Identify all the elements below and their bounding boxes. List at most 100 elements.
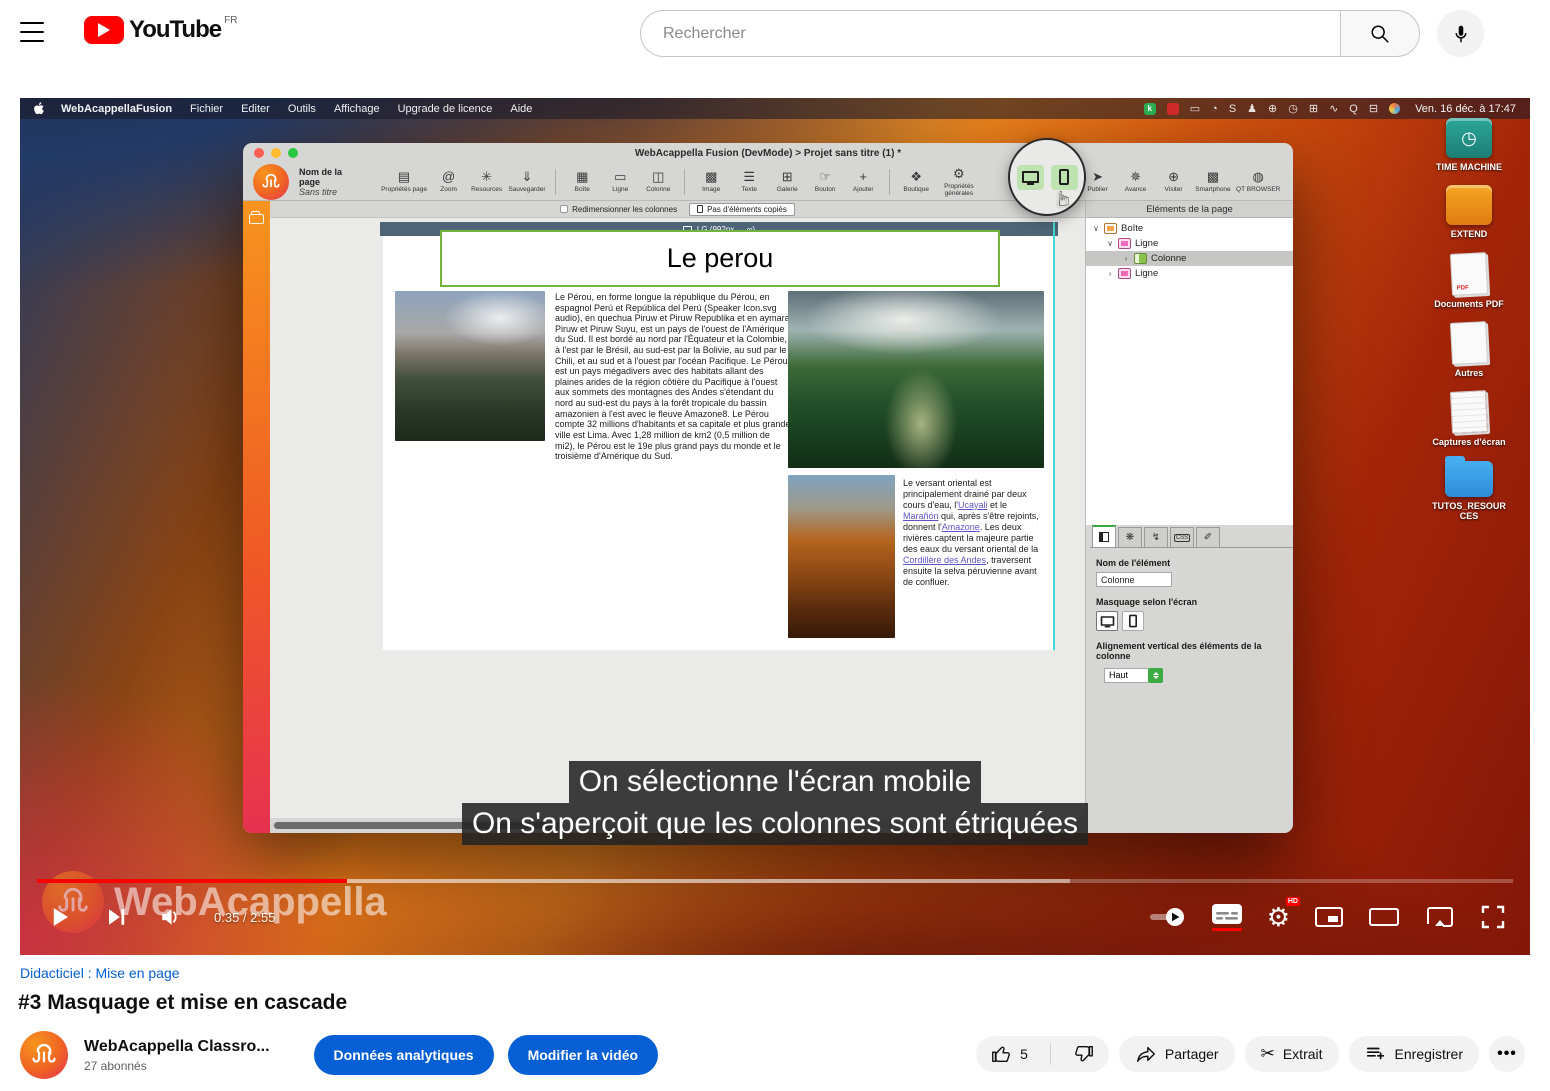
desktop-icon-documents-pdf[interactable]: PDFDocuments PDF <box>1426 253 1512 309</box>
oriental-paragraph[interactable]: Le versant oriental est principalement d… <box>903 478 1039 588</box>
tab-measure[interactable]: ✐ <box>1196 527 1220 547</box>
design-canvas[interactable]: LG (992px → ∞) Le perou Le Pérou, en for… <box>270 218 1085 818</box>
menu-affichage[interactable]: Affichage <box>334 103 380 115</box>
tab-actions[interactable]: ↯ <box>1144 527 1168 547</box>
menubar-clock[interactable]: Ven. 16 déc. à 17:47 <box>1415 103 1516 115</box>
tree-item-ligne-2[interactable]: ›Ligne <box>1086 266 1293 281</box>
tree-item-ligne-1[interactable]: ∨Ligne <box>1086 236 1293 251</box>
search-input[interactable] <box>663 25 1303 43</box>
channel-avatar[interactable] <box>20 1031 68 1079</box>
play-button[interactable] <box>44 901 76 933</box>
like-button[interactable]: 5 <box>976 1036 1042 1072</box>
toolbar-shop-button[interactable]: ❖Boutique <box>900 170 932 193</box>
clip-button[interactable]: ✂ Extrait <box>1245 1036 1339 1072</box>
apple-icon[interactable] <box>34 102 45 115</box>
toolbar-zoom-button[interactable]: @Zoom <box>433 170 465 193</box>
menu-hamburger-button[interactable] <box>20 22 44 42</box>
edit-video-button[interactable]: Modifier la vidéo <box>508 1035 658 1075</box>
mobile-screen-button[interactable] <box>1051 165 1078 190</box>
desktop-screen-button[interactable] <box>1017 165 1044 190</box>
wifi-status-icon[interactable]: ∿ <box>1329 103 1338 115</box>
tab-column-properties[interactable] <box>1092 525 1116 547</box>
voice-search-button[interactable] <box>1437 10 1484 57</box>
window-titlebar[interactable]: WebAcappella Fusion (DevMode) > Projet s… <box>243 143 1293 163</box>
machu-picchu-image[interactable] <box>395 291 545 441</box>
keyboard-status-icon[interactable]: ⊞ <box>1309 103 1318 115</box>
page-title-box[interactable]: Le perou <box>440 230 1000 287</box>
toolbar-page-properties-button[interactable]: ▤Propriétés page <box>381 170 426 193</box>
peru-paragraph[interactable]: Le Pérou, en forme longue la république … <box>555 292 791 462</box>
tree-item-boite[interactable]: ∨Boîte <box>1086 221 1293 236</box>
vertical-align-dropdown[interactable]: Haut <box>1104 668 1163 683</box>
user-avatar-menubar-icon[interactable] <box>1389 103 1400 114</box>
toolbar-button-button[interactable]: ☞Bouton <box>809 170 841 193</box>
dropdown-stepper-icon[interactable] <box>1148 668 1163 683</box>
control-center-icon[interactable]: ⊟ <box>1369 103 1378 115</box>
link-amazone[interactable]: Amazone <box>942 522 980 532</box>
progress-bar[interactable] <box>37 879 1513 883</box>
toolbar-qt-browser-button[interactable]: ◍QT BROWSER <box>1236 170 1280 193</box>
cast-button[interactable] <box>1424 905 1456 929</box>
link-maranon[interactable]: Marañón <box>903 511 939 521</box>
disclosure-icon[interactable]: › <box>1106 269 1114 278</box>
toolbar-image-button[interactable]: ▩Image <box>695 170 727 193</box>
toolbar-row-button[interactable]: ▭Ligne <box>604 170 636 193</box>
menu-outils[interactable]: Outils <box>288 103 316 115</box>
menu-fichier[interactable]: Fichier <box>190 103 223 115</box>
tab-style[interactable]: ❋ <box>1118 527 1142 547</box>
search-button[interactable] <box>1340 10 1420 57</box>
toolbar-smartphone-button[interactable]: ▩Smartphone <box>1196 170 1231 193</box>
link-cordillere[interactable]: Cordillère des Andes <box>903 555 986 565</box>
link-ucayali[interactable]: Ucayali <box>958 500 988 510</box>
analytics-button[interactable]: Données analytiques <box>314 1035 494 1075</box>
category-link[interactable]: Didacticiel : Mise en page <box>20 965 180 981</box>
desktop-icon-time-machine[interactable]: ◷TIME MACHINE <box>1426 118 1512 172</box>
hide-on-mobile-button[interactable] <box>1122 611 1144 631</box>
theater-mode-button[interactable] <box>1368 906 1400 928</box>
folder-icon[interactable] <box>249 214 264 224</box>
autoplay-toggle[interactable] <box>1147 908 1187 926</box>
save-button[interactable]: Enregistrer <box>1349 1036 1479 1072</box>
fullscreen-button[interactable] <box>1480 904 1506 930</box>
disclosure-icon[interactable]: ∨ <box>1106 239 1114 248</box>
status-icon-3[interactable]: S <box>1229 103 1236 115</box>
disclosure-icon[interactable]: › <box>1122 254 1130 263</box>
numbers-app-icon[interactable]: k <box>1144 103 1156 115</box>
channel-name[interactable]: WebAcappella Classro... <box>84 1038 270 1056</box>
checkbox-icon[interactable] <box>560 205 568 213</box>
menu-editer[interactable]: Editer <box>241 103 270 115</box>
recording-status-icon[interactable] <box>1167 103 1179 115</box>
more-actions-button[interactable]: ••• <box>1489 1036 1525 1072</box>
clipboard-status-button[interactable]: Pas d'éléments copiés <box>689 203 795 216</box>
next-button[interactable] <box>102 903 130 931</box>
hide-on-desktop-button[interactable] <box>1096 611 1118 631</box>
toolbar-column-button[interactable]: ◫Colonne <box>642 170 674 193</box>
desktop-icon-tutos-resources[interactable]: TUTOS_RESOURCES <box>1426 461 1512 522</box>
element-name-input[interactable]: Colonne <box>1096 572 1172 587</box>
video-player[interactable]: WebAcappellaFusion Fichier Editer Outils… <box>20 98 1530 955</box>
desktop-icon-autres[interactable]: Autres <box>1426 322 1512 378</box>
settings-button[interactable]: ⚙HD <box>1267 904 1290 930</box>
toolbar-save-button[interactable]: ⇓Sauvegarder <box>509 170 546 193</box>
menu-aide[interactable]: Aide <box>510 103 532 115</box>
toolbar-gallery-button[interactable]: ⊞Galerie <box>771 170 803 193</box>
miniplayer-button[interactable] <box>1314 905 1344 929</box>
resize-columns-toggle[interactable]: Redimensionner les colonnes <box>560 205 677 214</box>
toolbar-resources-button[interactable]: ✳Resources <box>471 170 503 193</box>
alley-street-image[interactable] <box>788 475 895 638</box>
time-machine-status-icon[interactable]: ◷ <box>1288 103 1298 115</box>
menubar-app-name[interactable]: WebAcappellaFusion <box>61 103 172 115</box>
desktop-icon-extend[interactable]: EXTEND <box>1426 185 1512 239</box>
youtube-logo[interactable]: YouTube FR <box>84 16 234 44</box>
user-status-icon[interactable]: ♟ <box>1247 103 1257 115</box>
share-button[interactable]: Partager <box>1119 1036 1235 1072</box>
toolbar-text-button[interactable]: ☰Texte <box>733 170 765 193</box>
desktop-icon-captures[interactable]: Captures d'écran <box>1426 391 1512 447</box>
toolbar-add-button[interactable]: +Ajouter <box>847 170 879 193</box>
network-status-icon[interactable]: ⊕ <box>1268 103 1277 115</box>
display-status-icon[interactable]: ▭ <box>1190 103 1200 115</box>
toolbar-general-properties-button[interactable]: ⚙Propriétés générales <box>938 167 979 197</box>
spotlight-icon[interactable]: Q <box>1349 103 1358 115</box>
valley-river-image[interactable] <box>788 291 1044 468</box>
toolbar-visit-button[interactable]: ⊕Visiter <box>1158 170 1190 193</box>
